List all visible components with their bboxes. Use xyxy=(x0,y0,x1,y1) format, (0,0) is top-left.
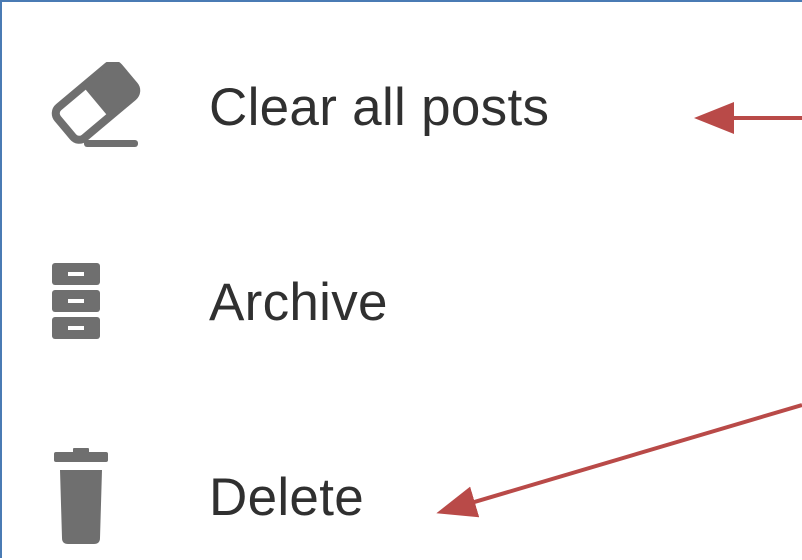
screenshot-frame: Clear all posts Archive Delete xyxy=(0,0,802,558)
menu-item-label: Delete xyxy=(209,467,365,527)
menu-item-delete[interactable]: Delete xyxy=(2,437,702,557)
context-menu: Clear all posts Archive Delete xyxy=(2,2,762,560)
archive-icon xyxy=(46,252,150,352)
eraser-icon xyxy=(46,57,150,157)
menu-item-label: Archive xyxy=(209,272,388,332)
trash-icon xyxy=(46,447,150,547)
menu-item-archive[interactable]: Archive xyxy=(2,242,702,362)
menu-item-clear-all-posts[interactable]: Clear all posts xyxy=(2,47,702,167)
menu-item-label: Clear all posts xyxy=(209,77,550,137)
